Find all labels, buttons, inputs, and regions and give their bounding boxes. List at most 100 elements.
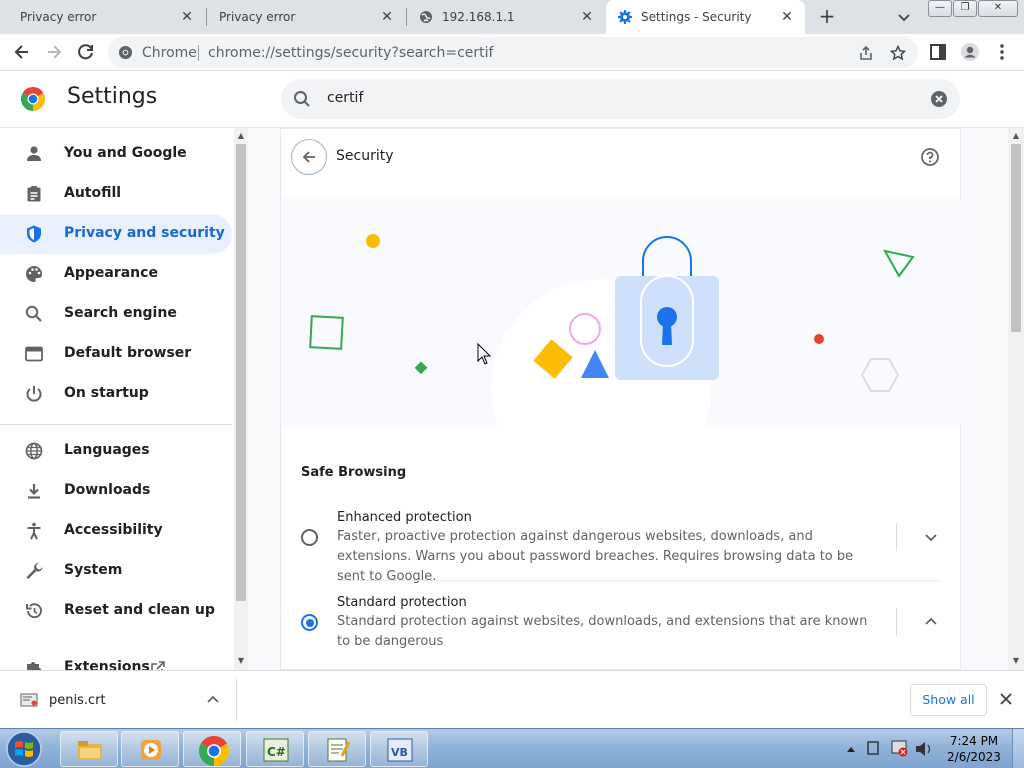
standard-protection-option[interactable]: Standard protection Standard protection …: [281, 594, 962, 664]
show-desktop-button[interactable]: [1012, 729, 1024, 768]
tab-privacy-error-1[interactable]: Privacy error ✕: [0, 0, 205, 34]
url-text[interactable]: chrome://settings/security?search=certif: [208, 45, 493, 61]
address-bar[interactable]: Chrome chrome://settings/security?search…: [108, 37, 918, 68]
standard-protection-radio[interactable]: [301, 614, 318, 631]
sidebar-item-on-startup[interactable]: On startup: [0, 374, 232, 414]
scroll-up-arrow-icon[interactable]: ▲: [236, 131, 246, 141]
option-separator: [896, 523, 897, 551]
folder-icon: [78, 741, 102, 760]
main-scrollbar[interactable]: ▲ ▼: [1008, 128, 1024, 670]
enhanced-protection-option[interactable]: Enhanced protection Faster, proactive pr…: [281, 509, 962, 584]
sidebar-item-system[interactable]: System: [0, 551, 232, 591]
sidebar-item-extensions[interactable]: Extensions: [0, 648, 232, 670]
forward-arrow-icon[interactable]: [44, 42, 64, 62]
tab-close-icon[interactable]: ✕: [379, 9, 395, 25]
tab-title: Privacy error: [219, 10, 296, 24]
sidebar-item-autofill[interactable]: Autofill: [0, 174, 232, 214]
notepad-icon: [327, 738, 351, 762]
scroll-up-arrow-icon[interactable]: ▲: [1011, 131, 1021, 141]
option-title: Standard protection: [337, 595, 467, 610]
system-tray[interactable]: [842, 735, 942, 763]
site-label: Chrome: [142, 45, 197, 61]
sidebar-item-accessibility[interactable]: Accessibility: [0, 511, 232, 551]
back-button[interactable]: [291, 139, 327, 175]
enhanced-protection-radio[interactable]: [301, 529, 318, 546]
tab-close-icon[interactable]: ✕: [179, 9, 195, 25]
vb-icon: VB: [387, 738, 413, 762]
tab-settings-security[interactable]: Settings - Security ✕: [606, 0, 805, 34]
tab-search-chevron-icon[interactable]: [896, 9, 912, 25]
main-scroll-thumb[interactable]: [1011, 144, 1021, 332]
certificate-file-icon: [20, 693, 38, 707]
tab-close-icon[interactable]: ✕: [779, 9, 795, 25]
sidebar-item-downloads[interactable]: Downloads: [0, 471, 232, 511]
taskbar-chrome[interactable]: [183, 731, 241, 767]
sidebar-item-label: Downloads: [64, 482, 151, 498]
sidebar-item-languages[interactable]: Languages: [0, 431, 232, 471]
help-icon[interactable]: [920, 147, 940, 167]
globe-icon: [25, 442, 43, 460]
sidebar-item-reset-and-clean-up[interactable]: Reset and clean up: [0, 591, 232, 631]
settings-sidebar: You and Google Autofill Privacy and secu…: [0, 128, 248, 670]
tab-title: Settings - Security: [641, 10, 752, 24]
show-all-button[interactable]: Show all: [910, 684, 987, 716]
new-tab-button[interactable]: +: [818, 6, 836, 26]
scroll-down-arrow-icon[interactable]: ▼: [1011, 656, 1021, 666]
taskbar-media-player[interactable]: [121, 731, 179, 767]
palette-icon: [26, 266, 42, 282]
tab-close-icon[interactable]: ✕: [579, 9, 595, 25]
search-input-value[interactable]: certif: [327, 90, 363, 106]
download-filename[interactable]: penis.crt: [49, 693, 106, 708]
chevron-up-icon[interactable]: [923, 614, 939, 630]
reload-icon[interactable]: [76, 42, 96, 62]
media-player-icon: [141, 740, 161, 760]
windows-start-icon[interactable]: [4, 730, 44, 768]
minimize-button[interactable]: —: [928, 0, 952, 17]
share-icon[interactable]: [858, 45, 874, 61]
taskbar-explorer[interactable]: [60, 731, 118, 767]
tab-router[interactable]: 192.168.1.1 ✕: [407, 0, 605, 34]
tab-privacy-error-2[interactable]: Privacy error ✕: [207, 0, 405, 34]
window-close-button[interactable]: ✕: [978, 0, 1018, 17]
chevron-up-icon[interactable]: [206, 693, 220, 707]
sidebar-item-you-and-google[interactable]: You and Google: [0, 134, 232, 174]
clear-search-icon[interactable]: [930, 90, 948, 108]
side-panel-icon[interactable]: [928, 42, 948, 62]
settings-search-field[interactable]: certif: [281, 79, 960, 119]
sidebar-item-privacy-and-security[interactable]: Privacy and security: [0, 214, 232, 254]
sidebar-item-search-engine[interactable]: Search engine: [0, 294, 232, 334]
chevron-down-icon[interactable]: [923, 529, 939, 545]
tab-strip: Privacy error ✕ Privacy error ✕ 192.168.…: [0, 0, 1024, 34]
scroll-down-arrow-icon[interactable]: ▼: [236, 656, 246, 666]
taskbar-clock[interactable]: 7:24 PM 2/6/2023: [942, 733, 1006, 765]
profile-avatar-icon[interactable]: [960, 42, 980, 62]
shield-icon: [27, 225, 41, 243]
back-arrow-icon[interactable]: [12, 42, 32, 62]
clipboard-icon: [27, 186, 41, 202]
clock-time: 7:24 PM: [949, 734, 999, 748]
svg-text:C#: C#: [267, 745, 286, 759]
sidebar-item-default-browser[interactable]: Default browser: [0, 334, 232, 374]
taskbar-notepad-plus[interactable]: [308, 731, 366, 767]
option-description: Standard protection against websites, do…: [337, 614, 868, 649]
sidebar-item-label: Appearance: [64, 265, 158, 281]
option-separator: [896, 608, 897, 636]
external-link-icon: [151, 661, 165, 670]
close-icon[interactable]: [998, 691, 1014, 707]
taskbar-vb-editor[interactable]: VB: [370, 731, 428, 767]
sidebar-item-label: Privacy and security: [64, 225, 225, 241]
sidebar-scroll-thumb[interactable]: [236, 144, 246, 601]
safe-browsing-heading: Safe Browsing: [301, 465, 407, 480]
sidebar-item-label: System: [64, 562, 123, 578]
accessibility-icon: [27, 522, 41, 540]
show-hidden-icons-icon: [847, 747, 855, 752]
taskbar-csharp-editor[interactable]: C#: [246, 731, 304, 767]
sidebar-scrollbar[interactable]: ▲ ▼: [234, 128, 248, 670]
sidebar-item-label: You and Google: [64, 145, 187, 161]
download-icon: [28, 484, 40, 499]
volume-icon: [916, 742, 925, 756]
menu-kebab-icon[interactable]: [992, 42, 1012, 62]
sidebar-item-appearance[interactable]: Appearance: [0, 254, 232, 294]
restore-button[interactable]: ❐: [953, 0, 977, 17]
bookmark-star-icon[interactable]: [890, 45, 906, 61]
